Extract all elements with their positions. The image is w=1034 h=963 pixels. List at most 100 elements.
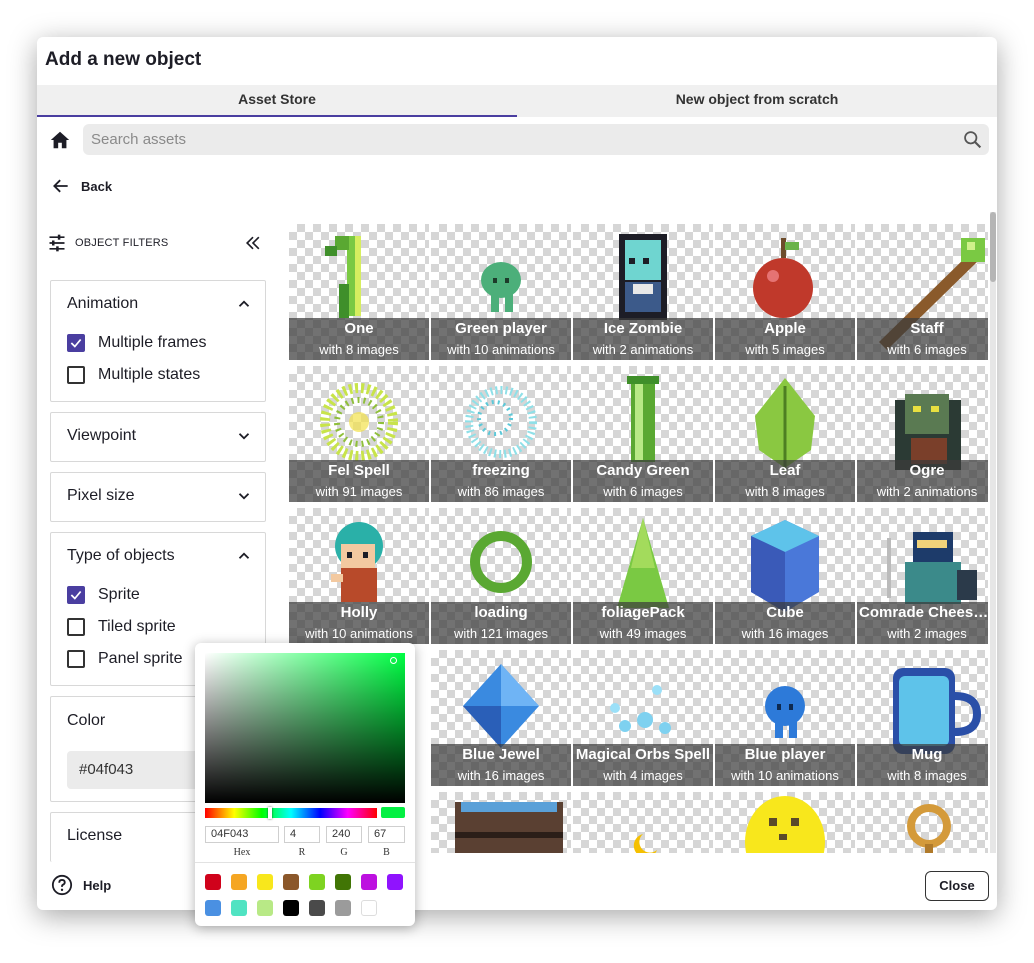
back-button[interactable]: Back [51,176,112,196]
asset-caption: Ogre with 2 animations [857,460,988,502]
asset-card[interactable]: foliagePack with 49 images [573,508,713,644]
asset-card[interactable] [857,792,988,853]
asset-caption: Ice Zombie with 2 animations [573,318,713,360]
saturation-area[interactable] [205,653,405,803]
asset-name: Magical Orbs Spell [575,746,711,763]
filter-viewpoint-panel[interactable]: Viewpoint [50,412,266,462]
filter-animation-header[interactable]: Animation [51,281,265,327]
asset-card[interactable] [573,792,713,853]
asset-name: Candy Green [596,462,690,479]
asset-card[interactable]: Apple with 5 images [715,224,855,360]
option-multiple-frames[interactable]: Multiple frames [51,327,265,359]
color-swatch[interactable] [257,900,273,916]
checkbox-unchecked[interactable] [67,650,85,668]
asset-card[interactable]: Comrade Cheese ... with 2 images [857,508,988,644]
asset-subtitle: with 4 images [603,768,683,783]
color-swatch[interactable] [231,874,247,890]
asset-card[interactable]: Holly with 10 animations [289,508,429,644]
asset-card[interactable] [431,792,571,853]
filter-type-header[interactable]: Type of objects [51,533,265,579]
moon-icon [633,834,657,853]
color-preview [381,807,405,818]
filter-type-title: Type of objects [67,547,175,564]
option-label: Multiple frames [98,334,207,351]
checkbox-checked[interactable] [67,586,85,604]
hue-slider[interactable] [205,808,377,818]
search-icon[interactable] [962,129,983,150]
color-swatch[interactable] [361,874,377,890]
hex-input[interactable]: 04F043 [205,826,279,843]
asset-caption: Fel Spell with 91 images [289,460,429,502]
color-swatch[interactable] [257,874,273,890]
filter-pixel-size-panel[interactable]: Pixel size [50,472,266,522]
search-bar [83,124,989,155]
asset-name: freezing [472,462,530,479]
asset-card[interactable]: Fel Spell with 91 images [289,366,429,502]
color-swatch[interactable] [283,900,299,916]
checkbox-unchecked[interactable] [67,618,85,636]
asset-card[interactable]: Magical Orbs Spell with 4 images [573,650,713,786]
asset-subtitle: with 16 images [457,768,545,783]
asset-card[interactable]: Ogre with 2 animations [857,366,988,502]
asset-name: Staff [910,320,944,337]
hue-knob[interactable] [268,807,272,819]
color-swatch[interactable] [205,900,221,916]
option-multiple-states[interactable]: Multiple states [51,359,265,391]
asset-card[interactable]: Candy Green with 6 images [573,366,713,502]
asset-card[interactable]: Ice Zombie with 2 animations [573,224,713,360]
tab-asset-store[interactable]: Asset Store [37,85,517,117]
object-filters-label: OBJECT FILTERS [75,237,169,249]
color-swatch[interactable] [283,874,299,890]
home-icon[interactable] [49,129,71,151]
color-swatch[interactable] [309,874,325,890]
asset-caption: Leaf with 8 images [715,460,855,502]
asset-name: Mug [911,746,943,763]
g-input[interactable]: 240 [326,826,362,843]
color-swatch[interactable] [361,900,377,916]
color-hex-field[interactable]: #04f043 [67,751,207,789]
checkbox-unchecked[interactable] [67,366,85,384]
asset-name: Ogre [909,462,945,479]
r-input[interactable]: 4 [284,826,320,843]
help-button[interactable]: Help [51,874,111,896]
close-button[interactable]: Close [925,871,989,901]
saturation-knob[interactable] [390,657,397,664]
asset-grid-scrollbar[interactable] [990,212,996,853]
b-input[interactable]: 67 [368,826,405,843]
asset-card[interactable]: freezing with 86 images [431,366,571,502]
collapse-double-chevron-icon[interactable] [243,233,263,253]
asset-subtitle: with 6 images [603,484,683,499]
asset-card[interactable]: Blue Jewel with 16 images [431,650,571,786]
asset-card[interactable]: One with 8 images [289,224,429,360]
tab-new-object-from-scratch[interactable]: New object from scratch [517,85,997,117]
option-label: Sprite [98,586,140,603]
color-swatch[interactable] [309,900,325,916]
color-swatch[interactable] [205,874,221,890]
asset-card[interactable]: loading with 121 images [431,508,571,644]
search-input[interactable] [83,124,943,155]
asset-card[interactable]: Cube with 16 images [715,508,855,644]
asset-card[interactable]: Staff with 6 images [857,224,988,360]
cheese-icon [745,796,825,853]
asset-caption: Magical Orbs Spell with 4 images [573,744,713,786]
asset-caption: Blue player with 10 animations [715,744,855,786]
color-swatch[interactable] [335,874,351,890]
option-tiled-sprite[interactable]: Tiled sprite [51,611,265,643]
asset-card[interactable]: Mug with 8 images [857,650,988,786]
check-icon [70,590,82,600]
back-label: Back [81,178,113,194]
filter-animation-panel: Animation Multiple frames Multiple state… [50,280,266,402]
picker-divider [195,862,415,863]
color-swatch[interactable] [335,900,351,916]
color-swatch[interactable] [387,874,403,890]
checkbox-checked[interactable] [67,334,85,352]
scrollbar-thumb[interactable] [990,212,996,282]
asset-card[interactable]: Blue player with 10 animations [715,650,855,786]
asset-card[interactable]: Green player with 10 animations [431,224,571,360]
asset-name: Apple [764,320,806,337]
option-sprite[interactable]: Sprite [51,579,265,611]
asset-card[interactable]: Leaf with 8 images [715,366,855,502]
color-swatch[interactable] [231,900,247,916]
asset-card[interactable] [715,792,855,853]
chevron-down-icon [238,433,250,440]
